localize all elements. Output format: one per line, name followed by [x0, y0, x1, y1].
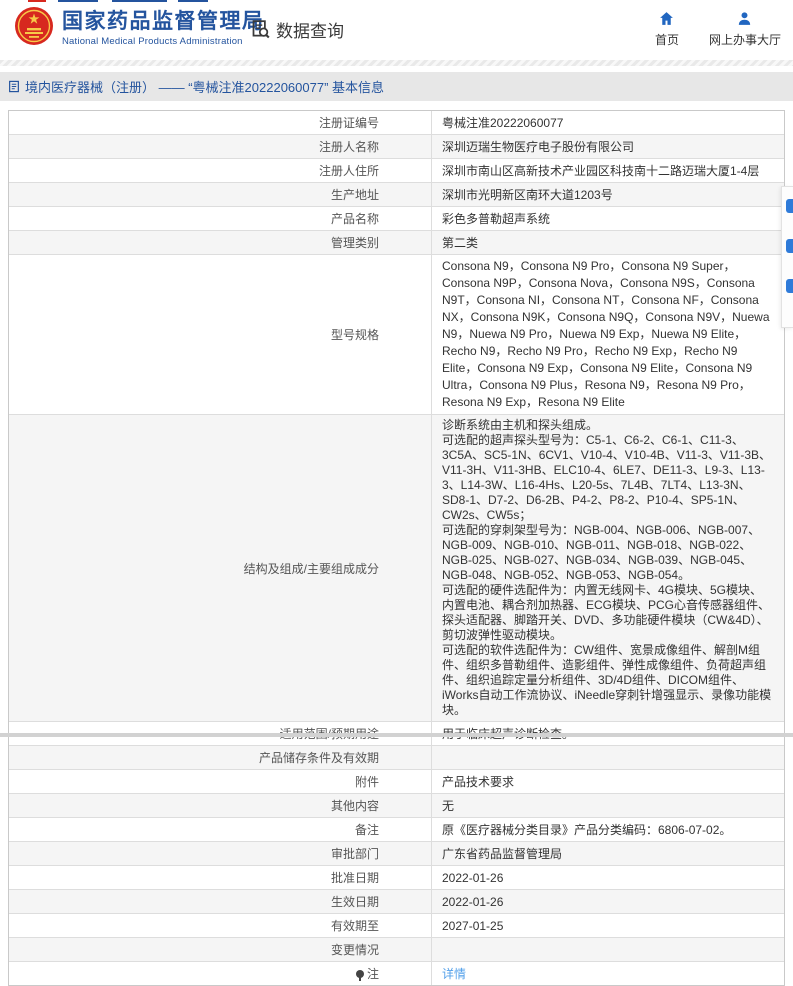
home-icon [658, 10, 675, 27]
document-icon [8, 80, 20, 93]
table-row: 批准日期2022-01-26 [9, 866, 784, 890]
row-value: 无 [432, 794, 784, 817]
row-value: 深圳市南山区高新技术产业园区科技南十二路迈瑞大厦1-4层 [432, 159, 784, 182]
table-row: 注册人名称深圳迈瑞生物医疗电子股份有限公司 [9, 135, 784, 159]
footer-edge [0, 733, 793, 737]
row-value: 诊断系统由主机和探头组成。可选配的超声探头型号为：C5-1、C6-2、C6-1、… [432, 415, 784, 721]
row-value: 广东省药品监督管理局 [432, 842, 784, 865]
table-row: 审批部门广东省药品监督管理局 [9, 842, 784, 866]
table-row: 结构及组成/主要组成成分诊断系统由主机和探头组成。可选配的超声探头型号为：C5-… [9, 415, 784, 722]
row-value: 详情 [432, 962, 784, 985]
floating-tool-icon[interactable] [786, 279, 793, 293]
row-label: 产品名称 [9, 207, 432, 230]
floating-tool-icon[interactable] [786, 239, 793, 253]
agency-name-en: National Medical Products Administration [62, 36, 265, 47]
table-row: 生产地址深圳市光明新区南环大道1203号 [9, 183, 784, 207]
table-row: 有效期至2027-01-25 [9, 914, 784, 938]
data-query-label: 数据查询 [276, 17, 344, 42]
document-search-icon [250, 19, 271, 40]
row-label: 备注 [9, 818, 432, 841]
table-row: 生效日期2022-01-26 [9, 890, 784, 914]
banner-fragment [28, 0, 46, 2]
nav-home[interactable]: 首页 [655, 10, 679, 48]
striped-divider [0, 60, 793, 66]
info-table: 注册证编号粤械注准20222060077注册人名称深圳迈瑞生物医疗电子股份有限公… [8, 110, 785, 986]
table-row: 产品名称彩色多普勒超声系统 [9, 207, 784, 231]
header-nav: 首页 网上办事大厅 [655, 10, 781, 48]
table-row: 型号规格Consona N9，Consona N9 Pro，Consona N9… [9, 255, 784, 415]
row-value: 深圳迈瑞生物医疗电子股份有限公司 [432, 135, 784, 158]
user-icon [736, 10, 753, 27]
site-header: 国家药品监督管理局 National Medical Products Admi… [0, 0, 793, 60]
banner-fragment [112, 0, 167, 2]
table-row: 变更情况 [9, 938, 784, 962]
nav-home-label: 首页 [655, 31, 679, 48]
row-label: 有效期至 [9, 914, 432, 937]
nav-online-service-hall[interactable]: 网上办事大厅 [709, 10, 781, 48]
detail-link[interactable]: 详情 [442, 966, 774, 982]
row-label: 附件 [9, 770, 432, 793]
row-label: 生效日期 [9, 890, 432, 913]
row-value: 粤械注准20222060077 [432, 111, 784, 134]
row-label: 注册人名称 [9, 135, 432, 158]
row-label: 变更情况 [9, 938, 432, 961]
banner-fragment [58, 0, 98, 2]
row-value [432, 938, 784, 961]
row-label: 注册人住所 [9, 159, 432, 182]
row-label: 批准日期 [9, 866, 432, 889]
row-value: 2022-01-26 [432, 866, 784, 889]
table-row: 其他内容无 [9, 794, 784, 818]
table-row: 注册人住所深圳市南山区高新技术产业园区科技南十二路迈瑞大厦1-4层 [9, 159, 784, 183]
row-value: 第二类 [432, 231, 784, 254]
row-label: 生产地址 [9, 183, 432, 206]
row-value: 深圳市光明新区南环大道1203号 [432, 183, 784, 206]
table-row: 产品储存条件及有效期 [9, 746, 784, 770]
breadcrumb: 境内医疗器械（注册） —— “粤械注准20222060077” 基本信息 [25, 77, 384, 96]
row-label: 产品储存条件及有效期 [9, 746, 432, 769]
row-value: 产品技术要求 [432, 770, 784, 793]
table-row: 注详情 [9, 962, 784, 985]
national-emblem-logo [14, 6, 54, 46]
row-label: 型号规格 [9, 255, 432, 414]
row-label: 注 [9, 962, 432, 985]
row-label: 其他内容 [9, 794, 432, 817]
floating-side-panel[interactable] [781, 186, 793, 328]
table-row: 管理类别第二类 [9, 231, 784, 255]
nav-hall-label: 网上办事大厅 [709, 31, 781, 48]
row-label: 管理类别 [9, 231, 432, 254]
agency-title-block: 国家药品监督管理局 National Medical Products Admi… [62, 11, 265, 47]
row-label: 注册证编号 [9, 111, 432, 134]
agency-name-cn: 国家药品监督管理局 [62, 11, 265, 33]
breadcrumb-bar: 境内医疗器械（注册） —— “粤械注准20222060077” 基本信息 [0, 72, 793, 101]
row-value: 彩色多普勒超声系统 [432, 207, 784, 230]
pin-icon [356, 970, 364, 978]
floating-tool-icon[interactable] [786, 199, 793, 213]
table-row: 备注原《医疗器械分类目录》产品分类编码：6806-07-02。 [9, 818, 784, 842]
banner-fragment [178, 0, 208, 2]
data-query-section[interactable]: 数据查询 [250, 17, 344, 42]
table-row: 注册证编号粤械注准20222060077 [9, 111, 784, 135]
row-value: 原《医疗器械分类目录》产品分类编码：6806-07-02。 [432, 818, 784, 841]
row-value: 2022-01-26 [432, 890, 784, 913]
row-value [432, 746, 784, 769]
row-label: 审批部门 [9, 842, 432, 865]
row-value: 2027-01-25 [432, 914, 784, 937]
table-row: 附件产品技术要求 [9, 770, 784, 794]
row-label: 结构及组成/主要组成成分 [9, 415, 432, 721]
row-value: Consona N9，Consona N9 Pro，Consona N9 Sup… [432, 255, 784, 414]
